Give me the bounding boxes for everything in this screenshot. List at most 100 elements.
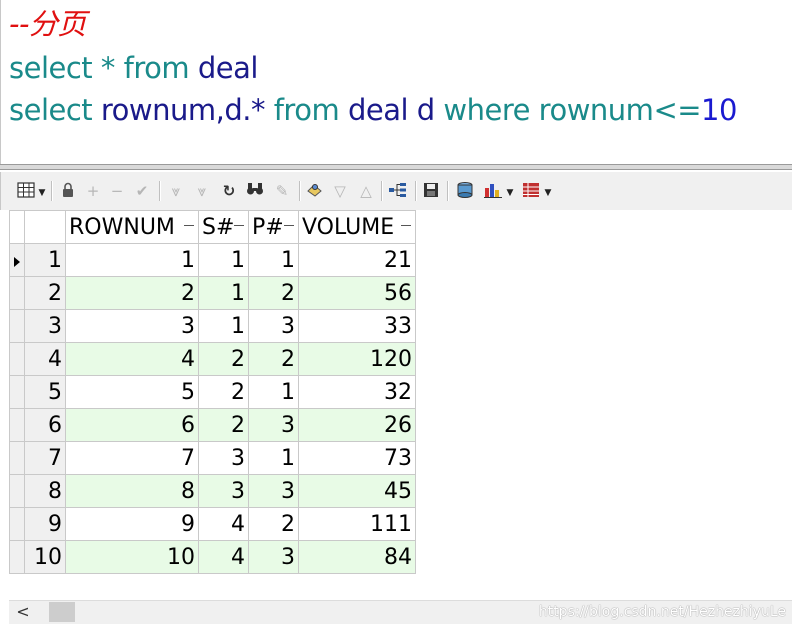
row-number[interactable]: 4: [24, 342, 66, 376]
grid-view-dropdown-icon[interactable]: ▼: [38, 184, 46, 202]
row-number[interactable]: 2: [24, 276, 66, 310]
scroll-left-button[interactable]: <: [13, 601, 33, 623]
cell-rownum[interactable]: 4: [65, 342, 199, 376]
table-row[interactable]: 8 8 3 3 45: [9, 474, 416, 508]
print-dropdown-icon[interactable]: ▼: [544, 184, 552, 202]
scrollbar-thumb[interactable]: [49, 602, 75, 622]
cell-volume[interactable]: 26: [298, 408, 416, 442]
cell-volume[interactable]: 56: [298, 276, 416, 310]
add-record-icon[interactable]: +: [85, 182, 101, 200]
chart-icon[interactable]: [483, 182, 503, 200]
row-number[interactable]: 10: [24, 540, 66, 574]
table-row[interactable]: 10 10 4 3 84: [9, 540, 416, 574]
column-header-s[interactable]: S#: [198, 210, 249, 244]
table-row[interactable]: 3 3 1 3 33: [9, 309, 416, 343]
table-row[interactable]: 9 9 4 2 111: [9, 507, 416, 541]
row-number[interactable]: 7: [24, 441, 66, 475]
cell-p[interactable]: 1: [248, 375, 299, 409]
table-row[interactable]: 6 6 2 3 26: [9, 408, 416, 442]
connect-icon[interactable]: [387, 182, 409, 200]
cell-s[interactable]: 2: [198, 342, 249, 376]
cell-p[interactable]: 3: [248, 408, 299, 442]
cell-rownum[interactable]: 5: [65, 375, 199, 409]
post-changes-icon[interactable]: ✔: [133, 182, 151, 200]
cell-p[interactable]: 2: [248, 342, 299, 376]
table-alias: deal d: [347, 93, 435, 127]
cell-rownum[interactable]: 1: [65, 243, 199, 277]
print-icon[interactable]: [521, 182, 541, 200]
cell-volume[interactable]: 33: [298, 309, 416, 343]
row-number-header[interactable]: [24, 210, 66, 244]
cell-p[interactable]: 2: [248, 507, 299, 541]
cell-p[interactable]: 3: [248, 474, 299, 508]
cell-rownum[interactable]: 6: [65, 408, 199, 442]
table-row[interactable]: 1 1 1 1 21: [9, 243, 416, 277]
cell-rownum[interactable]: 10: [65, 540, 199, 574]
cell-volume[interactable]: 111: [298, 507, 416, 541]
cell-s[interactable]: 4: [198, 540, 249, 574]
cell-s[interactable]: 1: [198, 276, 249, 310]
export-icon[interactable]: [455, 182, 475, 200]
column-sort-icon[interactable]: [184, 225, 194, 226]
table-row[interactable]: 2 2 1 2 56: [9, 276, 416, 310]
cell-s[interactable]: 4: [198, 507, 249, 541]
cell-volume[interactable]: 84: [298, 540, 416, 574]
column-header-p[interactable]: P#: [248, 210, 299, 244]
column-header-rownum[interactable]: ROWNUM: [65, 210, 199, 244]
table-row[interactable]: 7 7 3 1 73: [9, 441, 416, 475]
column-header-label: P#: [252, 214, 284, 240]
clear-icon[interactable]: ✎: [273, 182, 291, 200]
keyword-select: select: [9, 51, 93, 85]
cell-s[interactable]: 1: [198, 309, 249, 343]
save-icon[interactable]: [421, 182, 441, 200]
cell-p[interactable]: 3: [248, 309, 299, 343]
lock-icon[interactable]: [59, 182, 77, 200]
row-number[interactable]: 1: [24, 243, 66, 277]
cell-volume[interactable]: 73: [298, 441, 416, 475]
cell-s[interactable]: 2: [198, 375, 249, 409]
cell-rownum[interactable]: 7: [65, 441, 199, 475]
grid-view-icon[interactable]: [15, 182, 37, 200]
cell-s[interactable]: 1: [198, 243, 249, 277]
cell-p[interactable]: 1: [248, 243, 299, 277]
cell-rownum[interactable]: 9: [65, 507, 199, 541]
column-sort-icon[interactable]: [401, 225, 411, 226]
current-row-arrow-icon: [14, 256, 20, 267]
sql-editor[interactable]: --分页 select * from deal select rownum,d.…: [0, 0, 792, 164]
code-line-select-all: select * from deal: [9, 50, 258, 86]
column-sort-icon[interactable]: [284, 225, 294, 226]
column-header-volume[interactable]: VOLUME: [298, 210, 416, 244]
row-number[interactable]: 5: [24, 375, 66, 409]
sort-icon[interactable]: △: [357, 182, 375, 200]
row-number[interactable]: 3: [24, 309, 66, 343]
row-number[interactable]: 8: [24, 474, 66, 508]
cell-p[interactable]: 2: [248, 276, 299, 310]
chart-dropdown-icon[interactable]: ▼: [506, 184, 514, 202]
cell-p[interactable]: 3: [248, 540, 299, 574]
pane-splitter[interactable]: [0, 164, 792, 170]
column-sort-icon[interactable]: [234, 225, 244, 226]
query-by-example-icon[interactable]: [305, 182, 325, 200]
cell-volume[interactable]: 32: [298, 375, 416, 409]
row-number[interactable]: 9: [24, 507, 66, 541]
cell-s[interactable]: 3: [198, 474, 249, 508]
cell-rownum[interactable]: 8: [65, 474, 199, 508]
refresh-icon[interactable]: ↻: [221, 182, 237, 200]
cell-volume[interactable]: 21: [298, 243, 416, 277]
row-number[interactable]: 6: [24, 408, 66, 442]
cell-s[interactable]: 3: [198, 441, 249, 475]
filter-icon[interactable]: ▽: [331, 182, 349, 200]
table-row[interactable]: 5 5 2 1 32: [9, 375, 416, 409]
fetch-next-icon[interactable]: ⩔: [167, 182, 185, 200]
cell-p[interactable]: 1: [248, 441, 299, 475]
find-icon[interactable]: [245, 182, 265, 200]
cell-rownum[interactable]: 3: [65, 309, 199, 343]
delete-record-icon[interactable]: −: [109, 182, 125, 200]
result-toolbar: ▼ + − ✔ ⩔ ⩔ ↻ ✎ ▽ △ ▼ ▼: [0, 172, 792, 210]
cell-volume[interactable]: 120: [298, 342, 416, 376]
cell-s[interactable]: 2: [198, 408, 249, 442]
cell-volume[interactable]: 45: [298, 474, 416, 508]
cell-rownum[interactable]: 2: [65, 276, 199, 310]
table-row[interactable]: 4 4 2 2 120: [9, 342, 416, 376]
fetch-last-icon[interactable]: ⩔: [193, 182, 211, 200]
